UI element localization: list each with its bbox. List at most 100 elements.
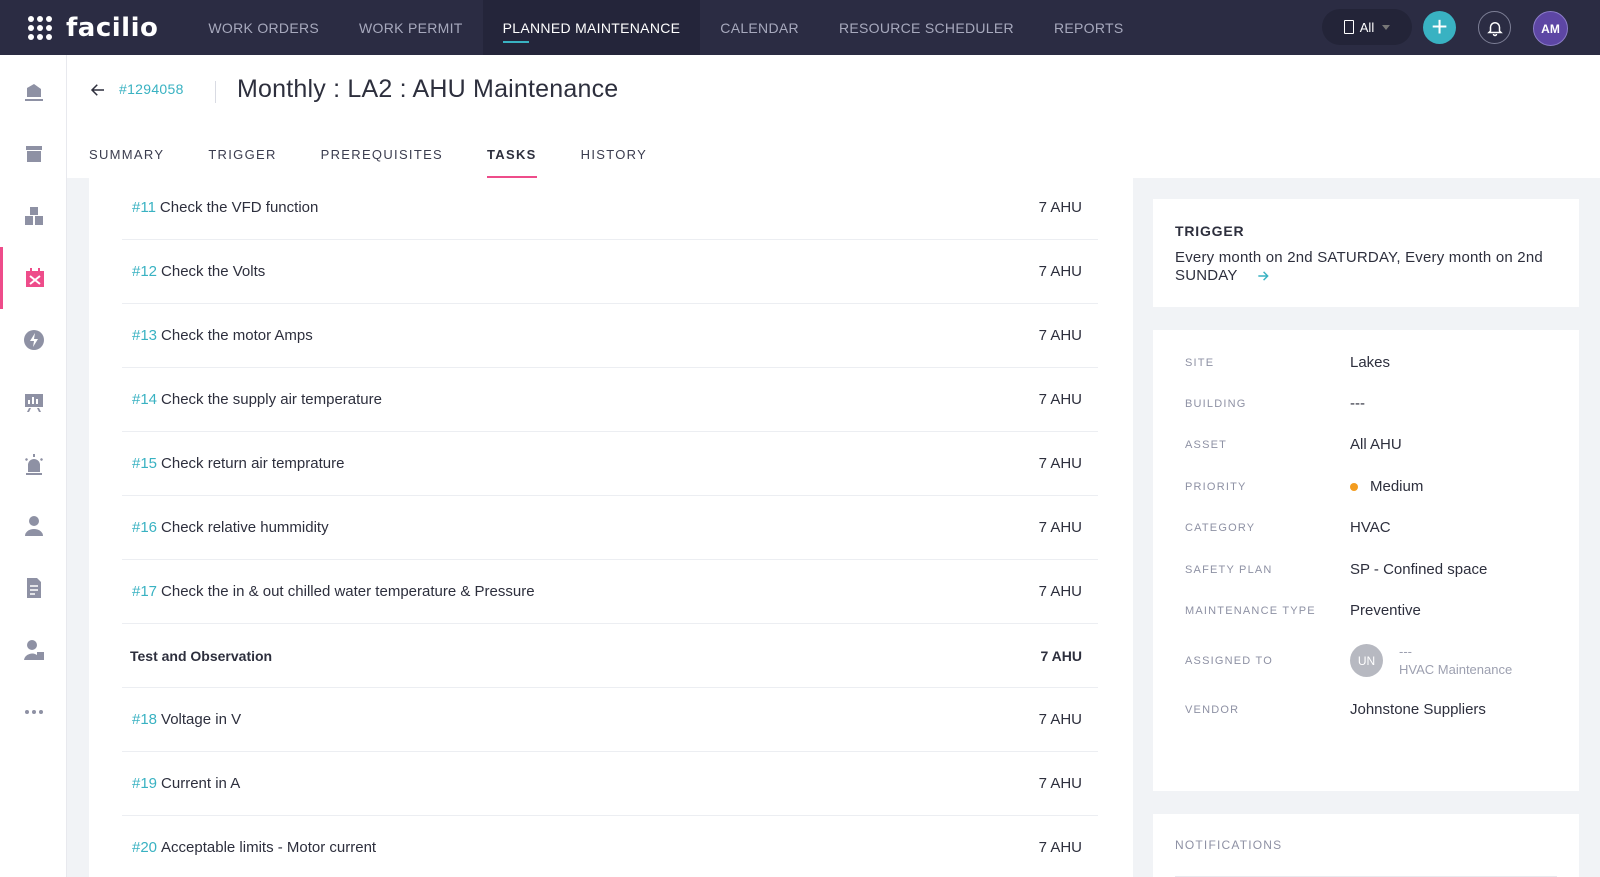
detail-value: Medium xyxy=(1350,478,1423,495)
task-row[interactable]: #17 Check the in & out chilled water tem… xyxy=(122,560,1098,624)
task-row[interactable]: #15 Check return air temprature 7 AHU xyxy=(122,432,1098,496)
task-resource: 7 AHU xyxy=(1038,519,1082,536)
tab-tasks[interactable]: TASKS xyxy=(487,147,537,178)
task-section-header: Test and Observation 7 AHU xyxy=(122,624,1098,688)
detail-value: All AHU xyxy=(1350,436,1402,453)
sidebar-item-alarms[interactable] xyxy=(0,433,67,495)
tab-prerequisites[interactable]: PREREQUISITES xyxy=(321,147,443,178)
arrow-right-icon[interactable] xyxy=(1256,269,1270,283)
page-title: Monthly : LA2 : AHU Maintenance xyxy=(237,75,619,103)
assignee-name: --- xyxy=(1399,644,1412,659)
notifications-button[interactable] xyxy=(1478,11,1511,44)
task-number: #20 xyxy=(132,839,158,856)
details-card: SITE Lakes BUILDING --- ASSET All AHU PR… xyxy=(1153,330,1579,791)
nav-reports[interactable]: REPORTS xyxy=(1034,0,1144,55)
task-number: #16 xyxy=(132,519,158,536)
detail-assigned-to: ASSIGNED TO UN --- HVAC Maintenance xyxy=(1185,644,1565,677)
boxes-icon xyxy=(24,207,43,225)
tab-summary[interactable]: SUMMARY xyxy=(89,147,164,178)
task-number: #12 xyxy=(132,263,158,280)
more-dots-icon xyxy=(24,710,43,714)
assignee-team: HVAC Maintenance xyxy=(1399,662,1513,677)
trigger-card: TRIGGER Every month on 2nd SATURDAY, Eve… xyxy=(1153,199,1579,307)
facilio-logo[interactable]: facilio xyxy=(66,13,158,43)
sidebar-item-inventory[interactable] xyxy=(0,123,67,185)
task-number: #14 xyxy=(132,391,158,408)
task-name: Check the Volts xyxy=(161,263,266,280)
sidebar-item-maintenance[interactable] xyxy=(0,247,67,309)
task-name: Check return air temprature xyxy=(161,455,345,472)
sidebar-item-vendors[interactable] xyxy=(0,619,67,681)
task-name: Check the motor Amps xyxy=(161,327,313,344)
page-header: #1294058 Monthly : LA2 : AHU Maintenance… xyxy=(67,55,1600,178)
chart-board-icon xyxy=(24,394,43,412)
nav-calendar[interactable]: CALENDAR xyxy=(700,0,819,55)
tab-trigger[interactable]: TRIGGER xyxy=(208,147,276,178)
worker-icon xyxy=(23,640,44,660)
task-resource: 7 AHU xyxy=(1038,839,1082,856)
assignee-text: --- HVAC Maintenance xyxy=(1399,644,1512,677)
calendar-wrench-icon xyxy=(26,268,44,287)
sidebar-item-energy[interactable] xyxy=(0,309,67,371)
task-number: #18 xyxy=(132,711,158,728)
tab-history[interactable]: HISTORY xyxy=(581,147,647,178)
task-row[interactable]: #16 Check relative hummidity 7 AHU xyxy=(122,496,1098,560)
task-resource: 7 AHU xyxy=(1038,263,1082,280)
nav-work-orders[interactable]: WORK ORDERS xyxy=(188,0,339,55)
task-number: #13 xyxy=(132,327,158,344)
task-row[interactable]: #12 Check the Volts 7 AHU xyxy=(122,240,1098,304)
detail-value: SP - Confined space xyxy=(1350,561,1488,578)
task-number: #15 xyxy=(132,455,158,472)
detail-building: BUILDING --- xyxy=(1185,395,1565,412)
task-row[interactable]: #11 Check the VFD function 7 AHU xyxy=(122,178,1098,240)
building-icon xyxy=(1343,20,1354,34)
detail-site: SITE Lakes xyxy=(1185,354,1565,371)
sidebar-item-people[interactable] xyxy=(0,495,67,557)
detail-value: --- xyxy=(1350,395,1365,412)
task-resource: 7 AHU xyxy=(1038,711,1082,728)
task-row[interactable]: #14 Check the supply air temperature 7 A… xyxy=(122,368,1098,432)
pm-id-link[interactable]: #1294058 xyxy=(119,81,184,97)
task-name: Check relative hummidity xyxy=(161,519,329,536)
detail-label: BUILDING xyxy=(1185,397,1247,410)
trigger-text: Every month on 2nd SATURDAY, Every month… xyxy=(1175,249,1555,285)
nav-resource-scheduler[interactable]: RESOURCE SCHEDULER xyxy=(819,0,1034,55)
back-arrow-icon[interactable] xyxy=(89,81,107,99)
user-avatar[interactable]: AM xyxy=(1533,11,1568,46)
sidebar-item-assets[interactable] xyxy=(0,185,67,247)
task-row[interactable]: #20 Acceptable limits - Motor current 7 … xyxy=(122,816,1098,877)
add-button[interactable]: + xyxy=(1423,11,1456,44)
section-name: Test and Observation xyxy=(130,647,273,664)
sidebar-item-contracts[interactable] xyxy=(0,557,67,619)
sidebar-item-analytics[interactable] xyxy=(0,371,67,433)
task-resource: 7 AHU xyxy=(1038,455,1082,472)
tab-bar: SUMMARY TRIGGER PREREQUISITES TASKS HIST… xyxy=(89,147,691,178)
task-resource: 7 AHU xyxy=(1038,583,1082,600)
nav-work-permit[interactable]: WORK PERMIT xyxy=(339,0,483,55)
section-resource: 7 AHU xyxy=(1040,647,1083,664)
site-selector[interactable]: All xyxy=(1322,9,1412,45)
task-row[interactable]: #19 Current in A 7 AHU xyxy=(122,752,1098,816)
task-name: Check the supply air temperature xyxy=(161,391,382,408)
chevron-down-icon xyxy=(1382,24,1391,30)
top-bar: facilio WORK ORDERS WORK PERMIT PLANNED … xyxy=(0,0,1600,55)
task-row[interactable]: #13 Check the motor Amps 7 AHU xyxy=(122,304,1098,368)
notifications-card: NOTIFICATIONS xyxy=(1153,814,1579,877)
task-resource: 7 AHU xyxy=(1038,775,1082,792)
site-selector-value: All xyxy=(1359,19,1375,35)
app-launcher-icon[interactable] xyxy=(28,15,52,40)
task-number: #17 xyxy=(132,583,158,600)
sidebar-item-more[interactable] xyxy=(0,681,67,743)
nav-planned-maintenance[interactable]: PLANNED MAINTENANCE xyxy=(482,0,701,55)
assignee-avatar: UN xyxy=(1350,644,1383,677)
detail-label: SAFETY PLAN xyxy=(1185,563,1273,576)
notifications-label: NOTIFICATIONS xyxy=(1175,838,1283,852)
document-icon xyxy=(26,578,41,598)
detail-value: Lakes xyxy=(1350,354,1391,371)
detail-value[interactable]: UN --- HVAC Maintenance xyxy=(1350,644,1512,677)
detail-value: Johnstone Suppliers xyxy=(1350,701,1486,718)
sidebar-item-portfolio[interactable] xyxy=(0,61,67,123)
left-sidebar xyxy=(0,55,67,877)
task-row[interactable]: #18 Voltage in V 7 AHU xyxy=(122,688,1098,752)
header-divider xyxy=(215,81,216,103)
